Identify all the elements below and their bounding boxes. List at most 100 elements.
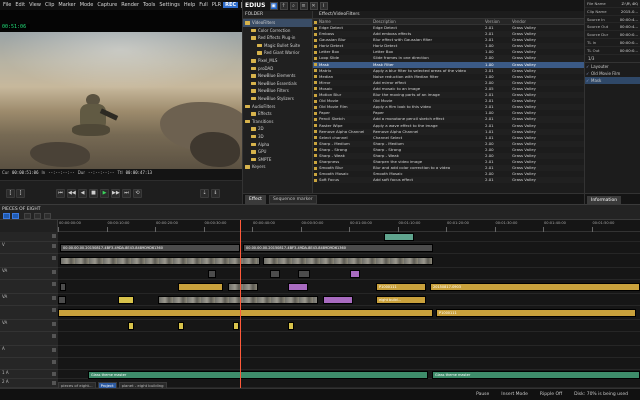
menu-render[interactable]: Render	[119, 2, 141, 8]
track-lane[interactable]: P1000111	[58, 306, 640, 320]
menu-view[interactable]: View	[27, 2, 43, 8]
track-header[interactable]: 2 A	[0, 379, 58, 388]
tree-item-2d[interactable]: 2D	[243, 125, 312, 133]
insert-to-timeline-button[interactable]: ⇣	[200, 189, 209, 198]
track-lane[interactable]	[58, 268, 640, 280]
layer-item[interactable]: Old Movie Film	[585, 70, 640, 77]
track-lane[interactable]	[58, 254, 640, 268]
col-name[interactable]: Name	[313, 19, 373, 24]
tree-item-audiofilters[interactable]: AudioFilters	[243, 103, 312, 111]
stop-button[interactable]: ■	[89, 189, 98, 198]
tree-item-magic-bullet[interactable]: Magic Bullet Suite	[243, 42, 312, 50]
play-button[interactable]: ▶	[100, 189, 109, 198]
track-mode-icon[interactable]	[12, 213, 19, 219]
tree-item-newblue-filters[interactable]: NewBlue Filters	[243, 87, 312, 95]
timeline-clip[interactable]	[128, 321, 134, 330]
tab-effect[interactable]: Effect	[245, 194, 266, 204]
timeline-clip[interactable]	[58, 295, 66, 304]
step-back-button[interactable]: ◀	[78, 189, 87, 198]
go-end-button[interactable]: ⏭	[122, 189, 131, 198]
menu-mode[interactable]: Mode	[78, 2, 96, 8]
go-start-button[interactable]: ⏮	[56, 189, 65, 198]
effect-row[interactable]: Soft Focus Add soft focus effect 2.01 Grass…	[313, 177, 585, 184]
timeline-clip[interactable]	[288, 321, 294, 330]
track-header[interactable]	[0, 254, 58, 268]
mark-in-button[interactable]: [	[6, 189, 15, 198]
timeline-clip[interactable]	[178, 321, 184, 330]
timeline-clip[interactable]	[288, 282, 308, 291]
track-header[interactable]	[0, 232, 58, 242]
menu-help[interactable]: Help	[182, 2, 197, 8]
timeline-clip[interactable]	[60, 256, 260, 265]
timeline-clip[interactable]	[263, 256, 433, 265]
track-lock-icon[interactable]	[52, 334, 56, 338]
mark-out-button[interactable]: ]	[16, 189, 25, 198]
up-folder-icon[interactable]: ↑	[279, 1, 288, 10]
timeline-clip[interactable]: 20150817-0903	[430, 282, 640, 291]
timeline-clip[interactable]	[60, 282, 66, 291]
timeline-clip[interactable]: P1000111	[436, 308, 636, 317]
tree-item-color-correction[interactable]: Color Correction	[243, 27, 312, 35]
playhead[interactable]	[240, 220, 241, 388]
tree-item-transitions[interactable]: Transitions	[243, 118, 312, 126]
timeline-clip[interactable]	[270, 269, 280, 278]
tree-item-effects[interactable]: Effects	[243, 110, 312, 118]
track-lane[interactable]: P1000111 20150817-0903	[58, 280, 640, 294]
layer-item[interactable]: Mask	[585, 76, 640, 84]
plr-label[interactable]: PLR	[210, 2, 223, 8]
track-lane[interactable]	[58, 320, 640, 332]
track-header[interactable]: VA	[0, 320, 58, 332]
mode-icon[interactable]	[3, 213, 10, 219]
menu-settings[interactable]: Settings	[157, 2, 182, 8]
tree-item-alpha[interactable]: Alpha	[243, 141, 312, 149]
track-lane[interactable]	[58, 332, 640, 346]
timeline-clip[interactable]	[58, 308, 433, 317]
track-lock-icon[interactable]	[52, 256, 56, 260]
rec-badge[interactable]: REC	[223, 2, 239, 8]
track-header[interactable]: V	[0, 242, 58, 254]
track-lane[interactable]: 00.00.00.00.20150817-4BF3-49DA-8E43-8489…	[58, 242, 640, 254]
video-preview[interactable]	[0, 32, 242, 169]
delete-icon[interactable]: ✕	[309, 1, 318, 10]
tree-item-gpu[interactable]: GPU	[243, 148, 312, 156]
loop-button[interactable]: ⟲	[133, 189, 142, 198]
track-lock-icon[interactable]	[52, 234, 56, 238]
properties-icon[interactable]: i	[319, 1, 328, 10]
folder-view-icon[interactable]: ▣	[269, 1, 278, 10]
track-lock-icon[interactable]	[52, 244, 56, 248]
track-header[interactable]	[0, 306, 58, 320]
menu-edit[interactable]: Edit	[13, 2, 27, 8]
track-lane[interactable]	[58, 358, 640, 370]
timeline-clip[interactable]	[228, 282, 258, 291]
timeline-clip[interactable]	[323, 295, 353, 304]
track-lock-icon[interactable]	[52, 322, 56, 326]
track-header[interactable]	[0, 332, 58, 346]
timeline-clip[interactable]	[178, 282, 223, 291]
track-lane[interactable]: eight build...	[58, 294, 640, 306]
zoom-icon[interactable]	[44, 213, 51, 219]
track-header[interactable]	[0, 280, 58, 294]
timeline-clip[interactable]: P1000111	[376, 282, 426, 291]
timeline-clip[interactable]	[298, 269, 310, 278]
status-ripple[interactable]: Ripple Off	[540, 392, 562, 397]
status-insert-mode[interactable]: Insert Mode	[501, 392, 528, 397]
timeline-tracks[interactable]: 00.00.00.00.20150817-4BF3-49DA-8E43-8489…	[58, 232, 640, 388]
track-lock-icon[interactable]	[52, 270, 56, 274]
tree-item-3d[interactable]: 3D	[243, 133, 312, 141]
tab-sequence-marker[interactable]: Sequence marker	[268, 194, 317, 204]
list-view-icon[interactable]: ≡	[299, 1, 308, 10]
track-lock-icon[interactable]	[52, 296, 56, 300]
track-header[interactable]	[0, 358, 58, 370]
snap-icon[interactable]	[24, 213, 31, 219]
menu-file[interactable]: File	[1, 2, 13, 8]
tree-item-red-effects[interactable]: Red Effects Plug-in	[243, 34, 312, 42]
track-lane[interactable]	[58, 232, 640, 242]
track-lane[interactable]	[58, 346, 640, 358]
timeline-clip[interactable]	[350, 269, 360, 278]
timeline-clip[interactable]	[158, 295, 318, 304]
timeline-clip[interactable]: Glass theme master	[432, 371, 640, 379]
track-lock-icon[interactable]	[52, 348, 56, 352]
col-vendor[interactable]: Vendor	[512, 19, 552, 24]
fast-forward-button[interactable]: ▶▶	[111, 189, 120, 198]
tree-item-newblue-stylizers[interactable]: NewBlue Stylizers	[243, 95, 312, 103]
